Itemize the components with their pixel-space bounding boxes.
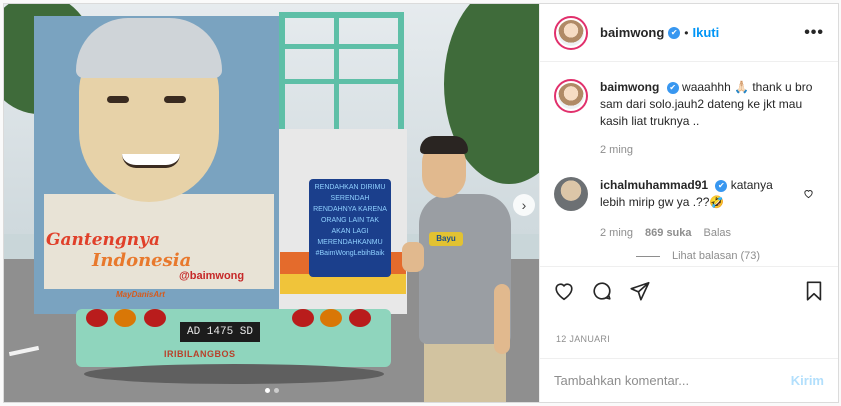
person-shirt-logo: Bayu [429,232,463,246]
comment-icon[interactable] [590,279,614,303]
truck-rail [279,44,404,49]
tail-lamp [144,309,166,327]
mural-eye [107,96,129,103]
heart-icon[interactable] [552,279,576,303]
view-replies-button[interactable]: Lihat balasan (73) [636,250,824,262]
follow-button[interactable]: Ikuti [692,25,719,40]
next-photo-button[interactable]: › [513,194,535,216]
post-window: Gantengnya Indonesia @baimwong MayDanisA… [3,3,839,403]
tail-lamp [320,309,342,327]
commenter-avatar[interactable] [554,177,588,211]
share-icon[interactable] [628,279,652,303]
add-comment-bar: Kirim [540,358,838,402]
truck-shadow [84,364,384,384]
person-hair [420,136,468,154]
comment-input[interactable] [554,373,791,388]
truck-rail [279,79,404,84]
replies-divider [636,255,660,257]
truck-handle: @baimwong [179,270,245,282]
verified-badge-icon: ✔ [666,82,679,94]
truck-slogan-2: Indonesia [92,250,192,271]
header-separator: • [684,25,689,40]
comment-likes[interactable]: 869 suka [645,225,691,242]
post-comment-button[interactable]: Kirim [791,373,824,388]
truck-signature: MayDanisArt [116,290,165,299]
caption: baimwong ✔ waaahhh 🙏🏻 thank u bro sam da… [554,79,824,159]
post-photo[interactable]: Gantengnya Indonesia @baimwong MayDanisA… [4,4,539,402]
comment-time[interactable]: 2 ming [600,225,633,242]
verified-badge-icon: ✔ [715,180,728,192]
post-side-panel: baimwong ✔ • Ikuti ••• baimwong ✔ waaahh… [539,4,838,402]
more-icon[interactable]: ••• [804,24,824,42]
mural-smile [122,154,180,168]
license-plate: AD 1475 SD [180,322,260,342]
caption-username[interactable]: baimwong [600,80,659,94]
carousel-dot [273,388,279,393]
tail-lamp [86,309,108,327]
post-date[interactable]: 12 JANUARI [556,334,610,344]
comment-item: ichalmuhammad91 ✔ katanya lebih mirip gw… [554,177,824,242]
caption-time[interactable]: 2 ming [600,142,633,159]
truck-stripe [280,274,406,294]
caption-avatar[interactable] [554,79,588,113]
small-heart-icon[interactable] [803,188,814,202]
truck-slogan-1: Gantengnya [46,230,161,250]
post-header: baimwong ✔ • Ikuti ••• [540,4,838,62]
person-arm [402,242,424,272]
truck-quote-sign: RENDAHKAN DIRIMU SERENDAH RENDAHNYA KARE… [309,179,391,277]
carousel-dot-active [264,388,270,393]
tail-lamp [114,309,136,327]
author-username[interactable]: baimwong [600,25,664,40]
chevron-right-icon: › [521,197,527,213]
mural-cap [76,18,222,78]
post-actions [540,266,838,314]
person-arm [494,284,510,354]
carousel-indicator [4,388,539,393]
tail-lamp [349,309,371,327]
reply-button[interactable]: Balas [704,225,732,242]
commenter-username[interactable]: ichalmuhammad91 [600,178,708,192]
tail-lamp [292,309,314,327]
comments-list[interactable]: baimwong ✔ waaahhh 🙏🏻 thank u bro sam da… [540,63,838,266]
truck-quote-text: RENDAHKAN DIRIMU SERENDAH RENDAHNYA KARE… [313,184,387,257]
author-avatar[interactable] [554,15,588,50]
truck-rack [279,12,404,132]
truck-rail [334,12,339,132]
verified-badge-icon: ✔ [668,26,681,39]
view-replies-label: Lihat balasan (73) [672,250,761,262]
bumper-text: IRIBILANGBOS [164,349,236,359]
mural-eye [164,96,186,103]
bookmark-icon[interactable] [802,279,826,303]
